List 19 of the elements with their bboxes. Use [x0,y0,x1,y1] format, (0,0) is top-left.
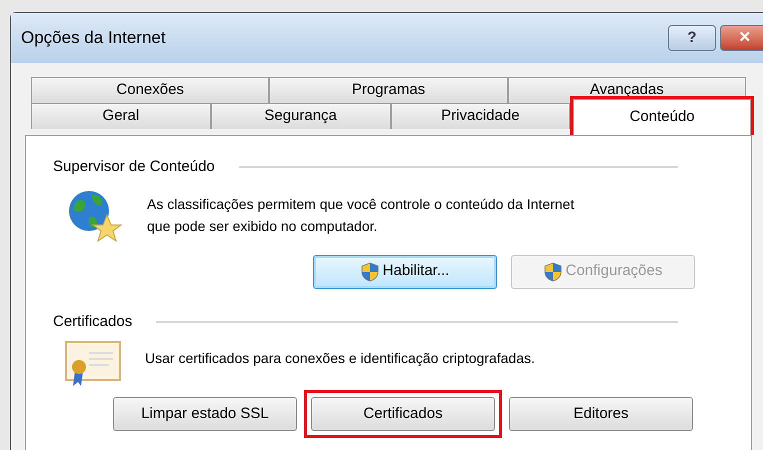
shield-button[interactable]: Habilitar... [313,254,497,288]
dialog-button[interactable]: Certificados [311,397,495,431]
group-title: Supervisor de Conteúdo [53,157,215,177]
group-description: As classificações permitem que você controle o conteúdo da Internet que pode ser exibido no computador. [147,194,576,236]
tab[interactable]: Privacidade [390,103,570,129]
help-button[interactable]: ? [668,25,716,51]
tab[interactable]: Geral [31,103,211,129]
tab[interactable]: Programas [269,77,508,103]
shield-icon [360,262,379,282]
window-title: Opções da Internet [21,27,166,50]
tab[interactable]: Conteúdo [573,99,751,135]
group-description: Usar certificados para conexões e identificação criptografadas. [145,349,536,368]
dialog-button[interactable]: Limpar estado SSL [113,397,297,431]
dialog-button[interactable]: Editores [509,397,693,431]
certificate-icon [65,341,121,387]
tab[interactable]: Conexões [31,77,270,103]
tab[interactable]: Segurança [210,103,390,129]
shield-icon [544,262,562,282]
group-title: Certificados [53,312,132,332]
